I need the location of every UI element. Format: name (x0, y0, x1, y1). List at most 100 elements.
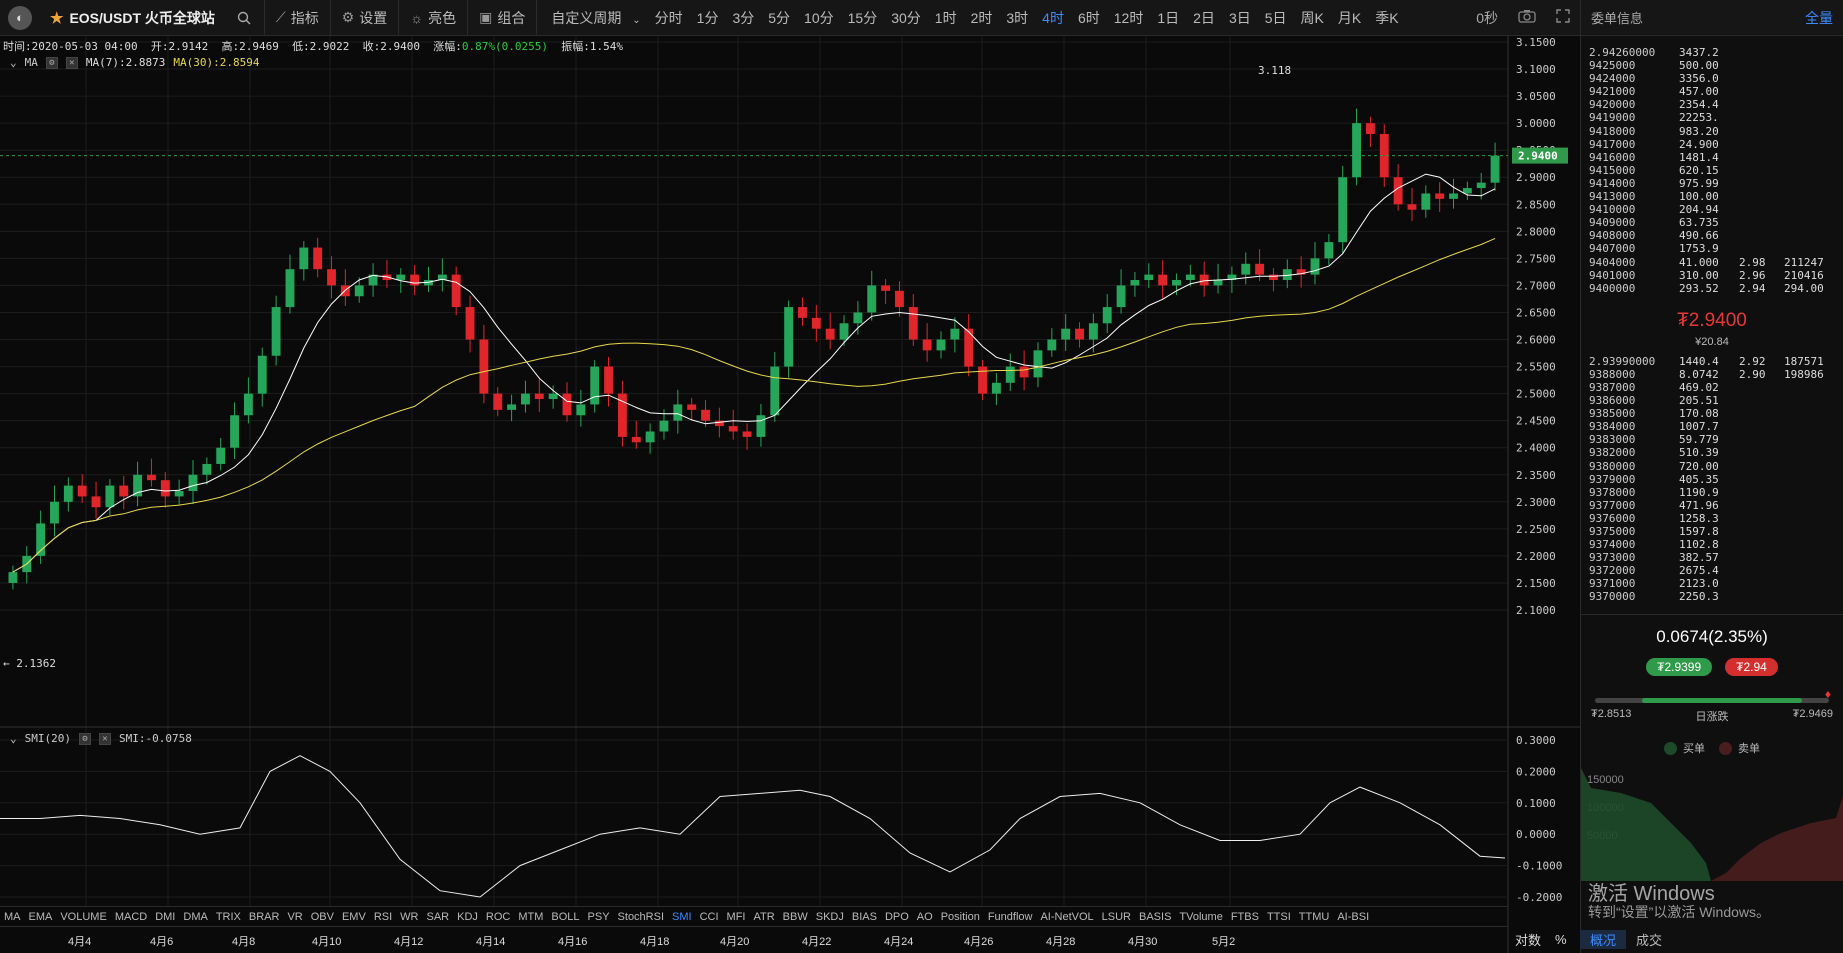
orderbook-row[interactable]: 9373000 382.57 (1581, 551, 1843, 564)
full-depth-toggle[interactable]: 全量 (1805, 8, 1833, 28)
indicator-tab-4[interactable]: DMI (151, 911, 179, 923)
orderbook-row[interactable]: 9372000 2675.4 (1581, 564, 1843, 577)
period-17[interactable]: 周K (1294, 8, 1331, 28)
orderbook-row[interactable]: 9413000 100.00 (1581, 190, 1843, 203)
bottom-tab-1[interactable]: 成交 (1626, 930, 1672, 949)
orderbook-row[interactable]: 9401000 310.00 2.96 210416 (1581, 269, 1843, 282)
period-9[interactable]: 3时 (999, 8, 1035, 28)
indicator-tab-15[interactable]: ROC (482, 911, 514, 923)
orderbook-row[interactable]: 9380000 720.00 (1581, 460, 1843, 473)
indicator-tab-38[interactable]: AI-BSI (1333, 911, 1373, 923)
indicator-tab-0[interactable]: MA (0, 911, 25, 923)
close-icon[interactable]: ✕ (65, 56, 78, 69)
orderbook-row[interactable]: 9418000 983.20 (1581, 125, 1843, 138)
period-3[interactable]: 5分 (761, 8, 797, 28)
indicator-tab-30[interactable]: Fundflow (984, 911, 1037, 923)
custom-period-dropdown[interactable]: 自定义周期 ⌄ (537, 8, 647, 28)
orderbook-row[interactable]: 9374000 1102.8 (1581, 538, 1843, 551)
period-16[interactable]: 5日 (1258, 8, 1294, 28)
indicator-tab-35[interactable]: FTBS (1227, 911, 1263, 923)
indicator-tab-25[interactable]: SKDJ (812, 911, 848, 923)
orderbook-row[interactable]: 9371000 2123.0 (1581, 577, 1843, 590)
indicator-tab-27[interactable]: DPO (881, 911, 913, 923)
price-chart[interactable]: 3.15003.10003.05003.00002.95002.90002.85… (0, 36, 1580, 953)
orderbook-row[interactable]: 9420000 2354.4 (1581, 98, 1843, 111)
orderbook-row[interactable]: 9375000 1597.8 (1581, 525, 1843, 538)
best-ask-pill[interactable]: ₮2.94 (1725, 657, 1778, 676)
period-1[interactable]: 1分 (690, 8, 726, 28)
indicator-tab-24[interactable]: BBW (779, 911, 812, 923)
collapse-icon[interactable]: ⌄ (10, 56, 17, 69)
orderbook-row[interactable]: 9379000 405.35 (1581, 473, 1843, 486)
bottom-tab-0[interactable]: 概况 (1580, 930, 1627, 949)
indicator-tab-10[interactable]: EMV (338, 911, 370, 923)
gear-icon[interactable]: ⚙ (45, 56, 58, 69)
period-2[interactable]: 3分 (725, 8, 761, 28)
orderbook-row[interactable]: 9385000 170.08 (1581, 407, 1843, 420)
gear-icon[interactable]: ⚙ (78, 732, 91, 745)
orderbook-row[interactable]: 9419000 22253. (1581, 111, 1843, 124)
indicator-tab-11[interactable]: RSI (370, 911, 396, 923)
orderbook-row[interactable]: 9409000 63.735 (1581, 216, 1843, 229)
settings-button[interactable]: ⚙ 设置 (331, 0, 400, 36)
indicator-tab-13[interactable]: SAR (422, 911, 453, 923)
indicator-tab-5[interactable]: DMA (179, 911, 211, 923)
period-5[interactable]: 15分 (841, 8, 885, 28)
orderbook-row[interactable]: 9416000 1481.4 (1581, 151, 1843, 164)
orderbook-row[interactable]: 9386000 205.51 (1581, 394, 1843, 407)
indicator-tab-17[interactable]: BOLL (547, 911, 583, 923)
indicator-tab-1[interactable]: EMA (25, 911, 57, 923)
orderbook-row[interactable]: 9400000 293.52 2.94 294.00 (1581, 282, 1843, 295)
best-bid-pill[interactable]: ₮2.9399 (1646, 657, 1713, 676)
indicator-tab-8[interactable]: VR (283, 911, 306, 923)
indicator-tab-32[interactable]: LSUR (1098, 911, 1135, 923)
period-4[interactable]: 10分 (797, 8, 841, 28)
orderbook-row[interactable]: 9376000 1258.3 (1581, 512, 1843, 525)
search-icon[interactable] (225, 0, 265, 36)
period-14[interactable]: 2日 (1186, 8, 1222, 28)
indicator-tab-31[interactable]: AI-NetVOL (1036, 911, 1097, 923)
orderbook-row[interactable]: 9384000 1007.7 (1581, 420, 1843, 433)
period-0[interactable]: 分时 (648, 8, 690, 28)
orderbook-row[interactable]: 9383000 59.779 (1581, 433, 1843, 446)
orderbook-row[interactable]: 9382000 510.39 (1581, 446, 1843, 459)
brightness-button[interactable]: ☼ 亮色 (399, 0, 469, 36)
indicator-tab-33[interactable]: BASIS (1135, 911, 1175, 923)
collapse-icon[interactable]: ⌄ (10, 732, 17, 745)
orderbook-row[interactable]: 9377000 471.96 (1581, 499, 1843, 512)
indicator-tab-6[interactable]: TRIX (212, 911, 245, 923)
orderbook-row[interactable]: 9414000 975.99 (1581, 177, 1843, 190)
indicator-tab-37[interactable]: TTMU (1295, 911, 1334, 923)
period-19[interactable]: 季K (1368, 8, 1405, 28)
indicator-tab-20[interactable]: SMI (668, 911, 696, 923)
period-7[interactable]: 1时 (928, 8, 964, 28)
indicator-button[interactable]: ⟋ 指标 (265, 0, 331, 36)
indicator-tab-12[interactable]: WR (396, 911, 422, 923)
star-icon[interactable]: ★ (50, 9, 63, 27)
indicator-tab-23[interactable]: ATR (749, 911, 778, 923)
orderbook-row[interactable]: 9425000 500.00 (1581, 59, 1843, 72)
combo-button[interactable]: ▣ 组合 (468, 0, 538, 36)
indicator-tab-26[interactable]: BIAS (848, 911, 881, 923)
indicator-tab-7[interactable]: BRAR (245, 911, 284, 923)
indicator-tab-36[interactable]: TTSI (1263, 911, 1295, 923)
orderbook-row[interactable]: 9410000 204.94 (1581, 203, 1843, 216)
camera-icon[interactable] (1508, 9, 1546, 26)
orderbook-row[interactable]: 9408000 490.66 (1581, 229, 1843, 242)
depth-chart[interactable]: 15000010000050000 (1581, 763, 1843, 881)
period-10[interactable]: 4时 (1035, 8, 1071, 28)
orderbook-row[interactable]: 9415000 620.15 (1581, 164, 1843, 177)
orderbook-row[interactable]: 9417000 24.900 (1581, 138, 1843, 151)
close-icon[interactable]: ✕ (98, 732, 111, 745)
indicator-tab-18[interactable]: PSY (584, 911, 614, 923)
orderbook-row[interactable]: 9421000 457.00 (1581, 85, 1843, 98)
indicator-tab-16[interactable]: MTM (514, 911, 547, 923)
indicator-tab-28[interactable]: AO (913, 911, 937, 923)
indicator-tab-3[interactable]: MACD (111, 911, 151, 923)
period-18[interactable]: 月K (1331, 8, 1368, 28)
scale-button-0[interactable]: 对数 (1508, 930, 1548, 949)
orderbook-row[interactable]: 9378000 1190.9 (1581, 486, 1843, 499)
orderbook-row[interactable]: 9407000 1753.9 (1581, 242, 1843, 255)
orderbook-row[interactable]: 9404000 41.000 2.98 211247 (1581, 256, 1843, 269)
period-6[interactable]: 30分 (884, 8, 928, 28)
